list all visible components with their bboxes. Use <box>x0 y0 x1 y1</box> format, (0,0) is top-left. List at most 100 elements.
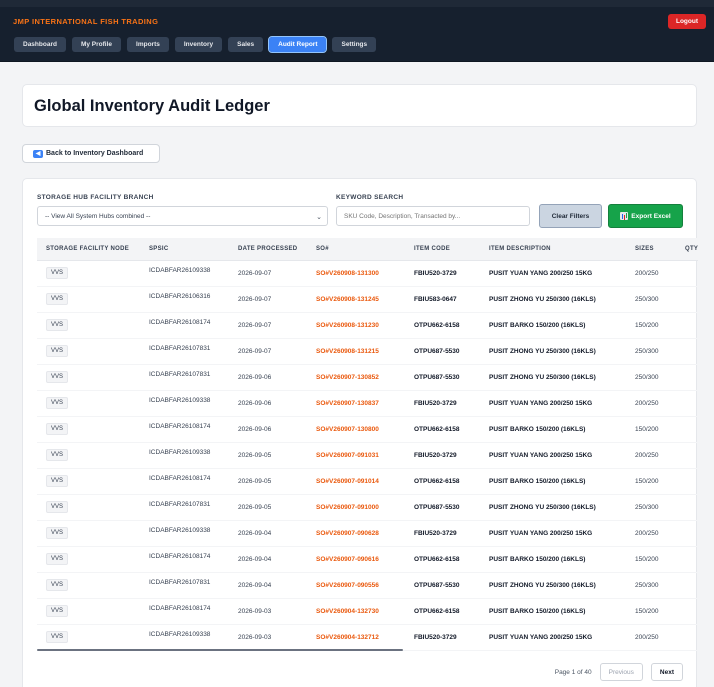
keyword-search-input[interactable] <box>336 206 530 226</box>
table-row[interactable]: VVS ICDABFAR26108174 2026-09-03 SO#V260904-… <box>37 598 698 625</box>
previous-page-button[interactable]: Previous <box>599 663 643 681</box>
nav-audit-report[interactable]: Audit Report <box>268 36 328 53</box>
cell-sizes: 200/250 <box>626 520 676 547</box>
table-row[interactable]: VVS ICDABFAR26107831 2026-09-06 SO#V260907-… <box>37 364 698 391</box>
cell-so-number[interactable]: SO#V260908-131245 <box>307 286 405 313</box>
nav-dashboard[interactable]: Dashboard <box>14 37 66 52</box>
cell-so-number[interactable]: SO#V260907-091031 <box>307 442 405 469</box>
cell-so-number[interactable]: SO#V260904-132712 <box>307 624 405 651</box>
cell-sizes: 200/250 <box>626 260 676 287</box>
table-row[interactable]: VVS ICDABFAR26109338 2026-09-03 SO#V260904-… <box>37 624 698 651</box>
chevron-down-icon: ⌄ <box>316 214 322 221</box>
cell-spsic: ICDABFAR26109338 <box>140 390 229 417</box>
audit-table-scroll[interactable]: STORAGE FACILITY NODE SPSIC DATE PROCESS… <box>37 238 698 652</box>
cell-date-processed: 2026-09-04 <box>229 520 307 547</box>
table-row[interactable]: VVS ICDABFAR26108174 2026-09-04 SO#V260907-… <box>37 546 698 573</box>
cell-item-code: OTPU662-6158 <box>405 468 480 495</box>
col-date-processed[interactable]: DATE PROCESSED <box>229 238 307 261</box>
cell-spsic: ICDABFAR26108174 <box>140 416 229 443</box>
cell-item-code: OTPU687-5530 <box>405 364 480 391</box>
table-row[interactable]: VVS ICDABFAR26107831 2026-09-07 SO#V260908-… <box>37 338 698 365</box>
cell-item-code: FBIU583-0647 <box>405 286 480 313</box>
pagination: Page 1 of 40 Previous Next <box>555 663 683 681</box>
cell-item-code: OTPU662-6158 <box>405 598 480 625</box>
cell-so-number[interactable]: SO#V260908-131300 <box>307 260 405 287</box>
cell-item-description: PUSIT BARKO 150/200 (16KLS) <box>480 598 626 625</box>
table-row[interactable]: VVS ICDABFAR26108174 2026-09-06 SO#V260907-… <box>37 416 698 443</box>
cell-spsic: ICDABFAR26107831 <box>140 494 229 521</box>
cell-item-code: FBIU520-3729 <box>405 442 480 469</box>
table-row[interactable]: VVS ICDABFAR26109338 2026-09-07 SO#V260908-… <box>37 260 698 287</box>
cell-item-description: PUSIT YUAN YANG 200/250 15KG <box>480 390 626 417</box>
table-row[interactable]: VVS ICDABFAR26108174 2026-09-05 SO#V260907-… <box>37 468 698 495</box>
cell-so-number[interactable]: SO#V260907-130800 <box>307 416 405 443</box>
table-row[interactable]: VVS ICDABFAR26106316 2026-09-07 SO#V260908-… <box>37 286 698 313</box>
cell-storage-node: VVS <box>37 442 140 469</box>
table-row[interactable]: VVS ICDABFAR26109338 2026-09-06 SO#V260907-… <box>37 390 698 417</box>
cell-so-number[interactable]: SO#V260908-131215 <box>307 338 405 365</box>
branch-select[interactable]: -- View All System Hubs combined -- ⌄ <box>37 206 328 226</box>
nav-settings[interactable]: Settings <box>332 37 377 52</box>
logout-button[interactable]: Logout <box>668 14 706 29</box>
cell-qty <box>676 520 698 547</box>
cell-sizes: 200/250 <box>626 624 676 651</box>
cell-so-number[interactable]: SO#V260907-091000 <box>307 494 405 521</box>
table-row[interactable]: VVS ICDABFAR26109338 2026-09-04 SO#V260907-… <box>37 520 698 547</box>
cell-so-number[interactable]: SO#V260904-132730 <box>307 598 405 625</box>
nav-sales[interactable]: Sales <box>228 37 264 52</box>
col-spsic[interactable]: SPSIC <box>140 238 229 261</box>
horizontal-scrollbar[interactable] <box>37 649 403 651</box>
cell-sizes: 250/300 <box>626 338 676 365</box>
col-sizes[interactable]: SIZES <box>626 238 676 261</box>
cell-storage-node: VVS <box>37 416 140 443</box>
cell-so-number[interactable]: SO#V260908-131230 <box>307 312 405 339</box>
cell-date-processed: 2026-09-06 <box>229 364 307 391</box>
cell-item-description: PUSIT ZHONG YU 250/300 (16KLS) <box>480 364 626 391</box>
table-row[interactable]: VVS ICDABFAR26108174 2026-09-07 SO#V260908-… <box>37 312 698 339</box>
next-page-button[interactable]: Next <box>650 663 683 681</box>
cell-so-number[interactable]: SO#V260907-090616 <box>307 546 405 573</box>
cell-qty <box>676 442 698 469</box>
table-row[interactable]: VVS ICDABFAR26107831 2026-09-05 SO#V260907-… <box>37 494 698 521</box>
cell-so-number[interactable]: SO#V260907-090628 <box>307 520 405 547</box>
col-qty[interactable]: QTY <box>676 238 698 261</box>
cell-spsic: ICDABFAR26107831 <box>140 338 229 365</box>
cell-so-number[interactable]: SO#V260907-130852 <box>307 364 405 391</box>
table-row[interactable]: VVS ICDABFAR26109338 2026-09-05 SO#V260907-… <box>37 442 698 469</box>
nav-imports[interactable]: Imports <box>127 37 169 52</box>
cell-storage-node: VVS <box>37 468 140 495</box>
navbar: JMP INTERNATIONAL FISH TRADING Logout Da… <box>0 7 714 62</box>
cell-storage-node: VVS <box>37 546 140 573</box>
cell-item-code: OTPU662-6158 <box>405 416 480 443</box>
cell-sizes: 250/300 <box>626 572 676 599</box>
cell-date-processed: 2026-09-07 <box>229 338 307 365</box>
back-to-inventory-button[interactable]: ◀ Back to Inventory Dashboard <box>22 144 160 163</box>
hub-badge: VVS <box>46 631 69 643</box>
cell-sizes: 250/300 <box>626 364 676 391</box>
cell-item-code: FBIU520-3729 <box>405 260 480 287</box>
nav-my-profile[interactable]: My Profile <box>71 37 122 52</box>
cell-date-processed: 2026-09-03 <box>229 624 307 651</box>
cell-spsic: ICDABFAR26109338 <box>140 520 229 547</box>
clear-filters-button[interactable]: Clear Filters <box>539 204 602 228</box>
cell-sizes: 200/250 <box>626 390 676 417</box>
cell-so-number[interactable]: SO#V260907-130837 <box>307 390 405 417</box>
col-item-description[interactable]: ITEM DESCRIPTION <box>480 238 626 261</box>
cell-spsic: ICDABFAR26108174 <box>140 546 229 573</box>
cell-item-description: PUSIT ZHONG YU 250/300 (16KLS) <box>480 286 626 313</box>
cell-item-code: OTPU687-5530 <box>405 494 480 521</box>
export-excel-button[interactable]: Export Excel <box>608 204 683 228</box>
cell-spsic: ICDABFAR26108174 <box>140 312 229 339</box>
cell-qty <box>676 468 698 495</box>
cell-storage-node: VVS <box>37 338 140 365</box>
cell-item-description: PUSIT ZHONG YU 250/300 (16KLS) <box>480 494 626 521</box>
col-so-number[interactable]: SO# <box>307 238 405 261</box>
brand-title: JMP INTERNATIONAL FISH TRADING <box>13 17 159 26</box>
cell-so-number[interactable]: SO#V260907-090556 <box>307 572 405 599</box>
nav-inventory[interactable]: Inventory <box>174 37 223 52</box>
col-item-code[interactable]: ITEM CODE <box>405 238 480 261</box>
table-row[interactable]: VVS ICDABFAR26107831 2026-09-04 SO#V260907-… <box>37 572 698 599</box>
cell-so-number[interactable]: SO#V260907-091014 <box>307 468 405 495</box>
col-storage-node[interactable]: STORAGE FACILITY NODE <box>37 238 140 261</box>
cell-storage-node: VVS <box>37 286 140 313</box>
